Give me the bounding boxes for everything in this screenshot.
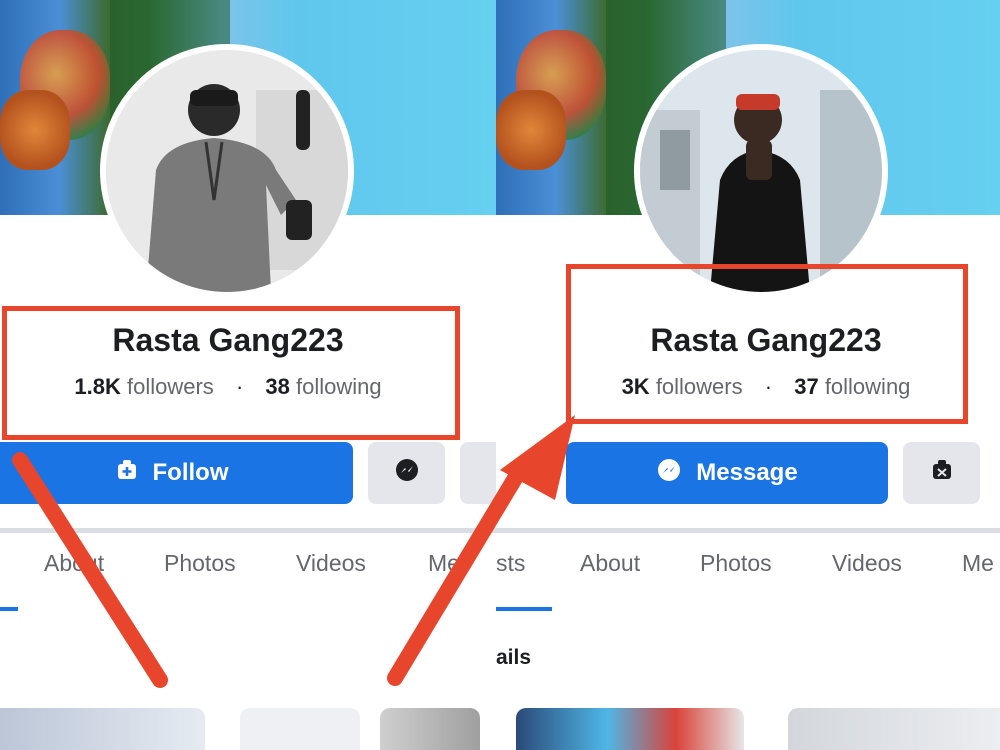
section-divider	[0, 528, 496, 533]
profile-avatar[interactable]	[634, 44, 888, 298]
left-profile-panel: Rasta Gang223 1.8K followers · 38 follow…	[0, 0, 496, 750]
message-button[interactable]: Message	[566, 442, 888, 504]
photo-thumbnail[interactable]	[788, 708, 1000, 750]
friend-status-button[interactable]	[903, 442, 980, 504]
active-tab-indicator	[0, 607, 18, 611]
highlight-box	[2, 306, 460, 440]
photo-thumbnail[interactable]	[240, 708, 360, 750]
tab-photos[interactable]: Photos	[700, 550, 772, 577]
messenger-icon	[394, 457, 420, 490]
follow-button-label: Follow	[152, 459, 229, 486]
profile-avatar[interactable]	[100, 44, 354, 298]
photo-thumbnail[interactable]	[0, 708, 205, 750]
message-button-label: Message	[696, 459, 798, 486]
section-divider	[496, 528, 1000, 533]
tab-videos[interactable]: Videos	[832, 550, 902, 577]
highlight-box	[566, 264, 968, 424]
tab-more[interactable]: Me	[428, 550, 460, 577]
tab-photos[interactable]: Photos	[164, 550, 236, 577]
active-tab-indicator	[496, 607, 552, 611]
more-button[interactable]	[460, 442, 496, 504]
tab-about[interactable]: About	[580, 550, 640, 577]
details-heading: ails	[496, 646, 532, 669]
tab-more[interactable]: Me	[962, 550, 994, 577]
friends-icon	[930, 458, 954, 489]
messenger-icon	[656, 457, 682, 490]
messenger-button[interactable]	[368, 442, 445, 504]
follow-button[interactable]: Follow	[0, 442, 353, 504]
tab-about[interactable]: About	[44, 550, 104, 577]
photo-thumbnail[interactable]	[380, 708, 480, 750]
tab-posts[interactable]: sts	[496, 550, 525, 577]
add-friend-icon	[115, 458, 139, 489]
right-profile-panel: Rasta Gang223 3K followers · 37 followin…	[496, 0, 1000, 750]
tab-videos[interactable]: Videos	[296, 550, 366, 577]
photo-thumbnail[interactable]	[516, 708, 744, 750]
